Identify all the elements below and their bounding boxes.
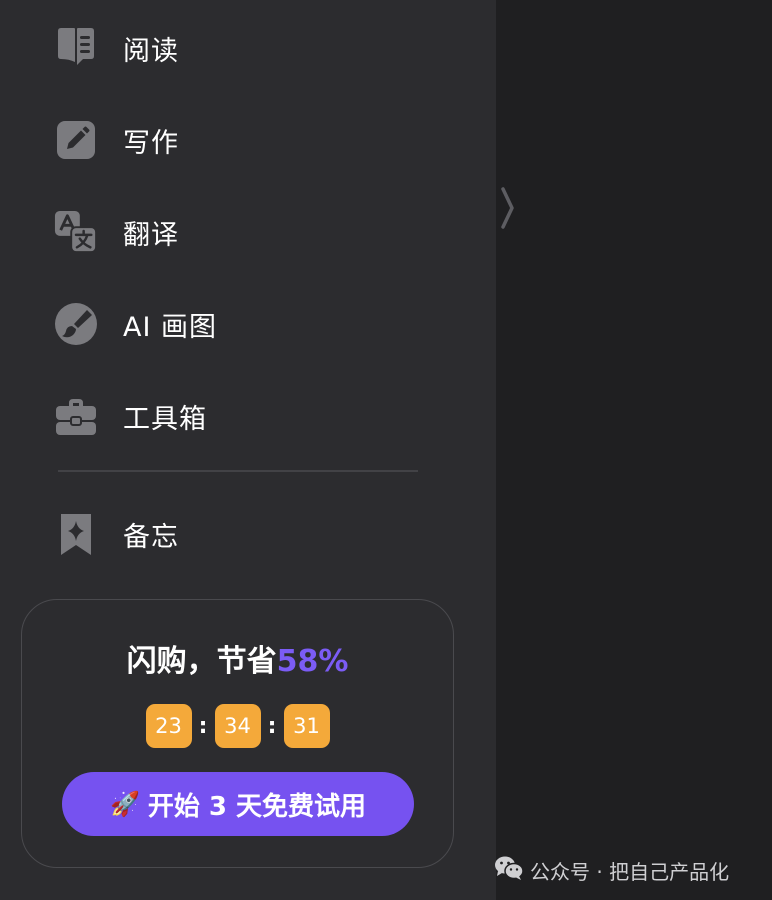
rocket-icon: 🚀 [109,790,140,818]
sidebar-item-memo[interactable]: 备忘 [54,510,179,558]
sidebar-item-reading[interactable]: 阅读 [54,24,179,72]
wechat-watermark: 公众号 · 把自己产品化 [494,853,729,887]
sidebar-item-label: 工具箱 [123,403,207,435]
bookmark-star-icon [54,512,98,556]
sidebar-item-writing[interactable]: 写作 [54,116,179,164]
countdown-separator: : [267,713,277,739]
paint-brush-icon [54,302,98,346]
sidebar-item-label: 写作 [123,127,179,159]
countdown-seconds: 31 [283,704,330,748]
sidebar-item-toolbox[interactable]: 工具箱 [54,392,207,440]
flash-sale-title-text: 闪购，节省 [126,644,277,679]
main-pane [496,0,772,900]
start-free-trial-label: 开始 3 天免费试用 [147,791,367,822]
toolbox-icon [54,394,98,438]
translate-icon [54,210,98,254]
watermark-text: 公众号 · 把自己产品化 [530,859,730,884]
countdown-minutes: 34 [214,704,261,748]
countdown-hours: 23 [145,704,192,748]
wechat-icon [494,855,524,886]
countdown-timer: 23 : 34 : 31 [22,704,453,748]
expand-sidebar-handle[interactable] [498,186,518,230]
sidebar: 阅读 写作 翻译 AI 画图 工具箱 备忘 闪购，节省58% 23: 34:… [0,0,496,900]
sidebar-item-translate[interactable]: 翻译 [54,208,179,256]
flash-sale-card: 闪购，节省58% 23 : 34 : 31 🚀 开始 3 天免费试用 [21,599,454,868]
sidebar-item-label: 翻译 [123,219,179,251]
flash-sale-title: 闪购，节省58% [22,636,453,680]
app-window: 阅读 写作 翻译 AI 画图 工具箱 备忘 闪购，节省58% 23: 34:… [0,0,772,900]
sidebar-item-ai-drawing[interactable]: AI 画图 [54,300,217,348]
sidebar-divider [58,470,418,472]
pencil-icon [54,118,98,162]
sidebar-item-label: 阅读 [123,35,179,67]
chevron-right-icon [501,187,514,229]
start-free-trial-button[interactable]: 🚀 开始 3 天免费试用 [62,772,414,836]
countdown-separator: : [198,713,208,739]
book-icon [54,26,98,70]
sidebar-item-label: AI 画图 [123,311,218,343]
discount-percent: 58% [276,644,349,679]
sidebar-item-label: 备忘 [123,521,179,553]
